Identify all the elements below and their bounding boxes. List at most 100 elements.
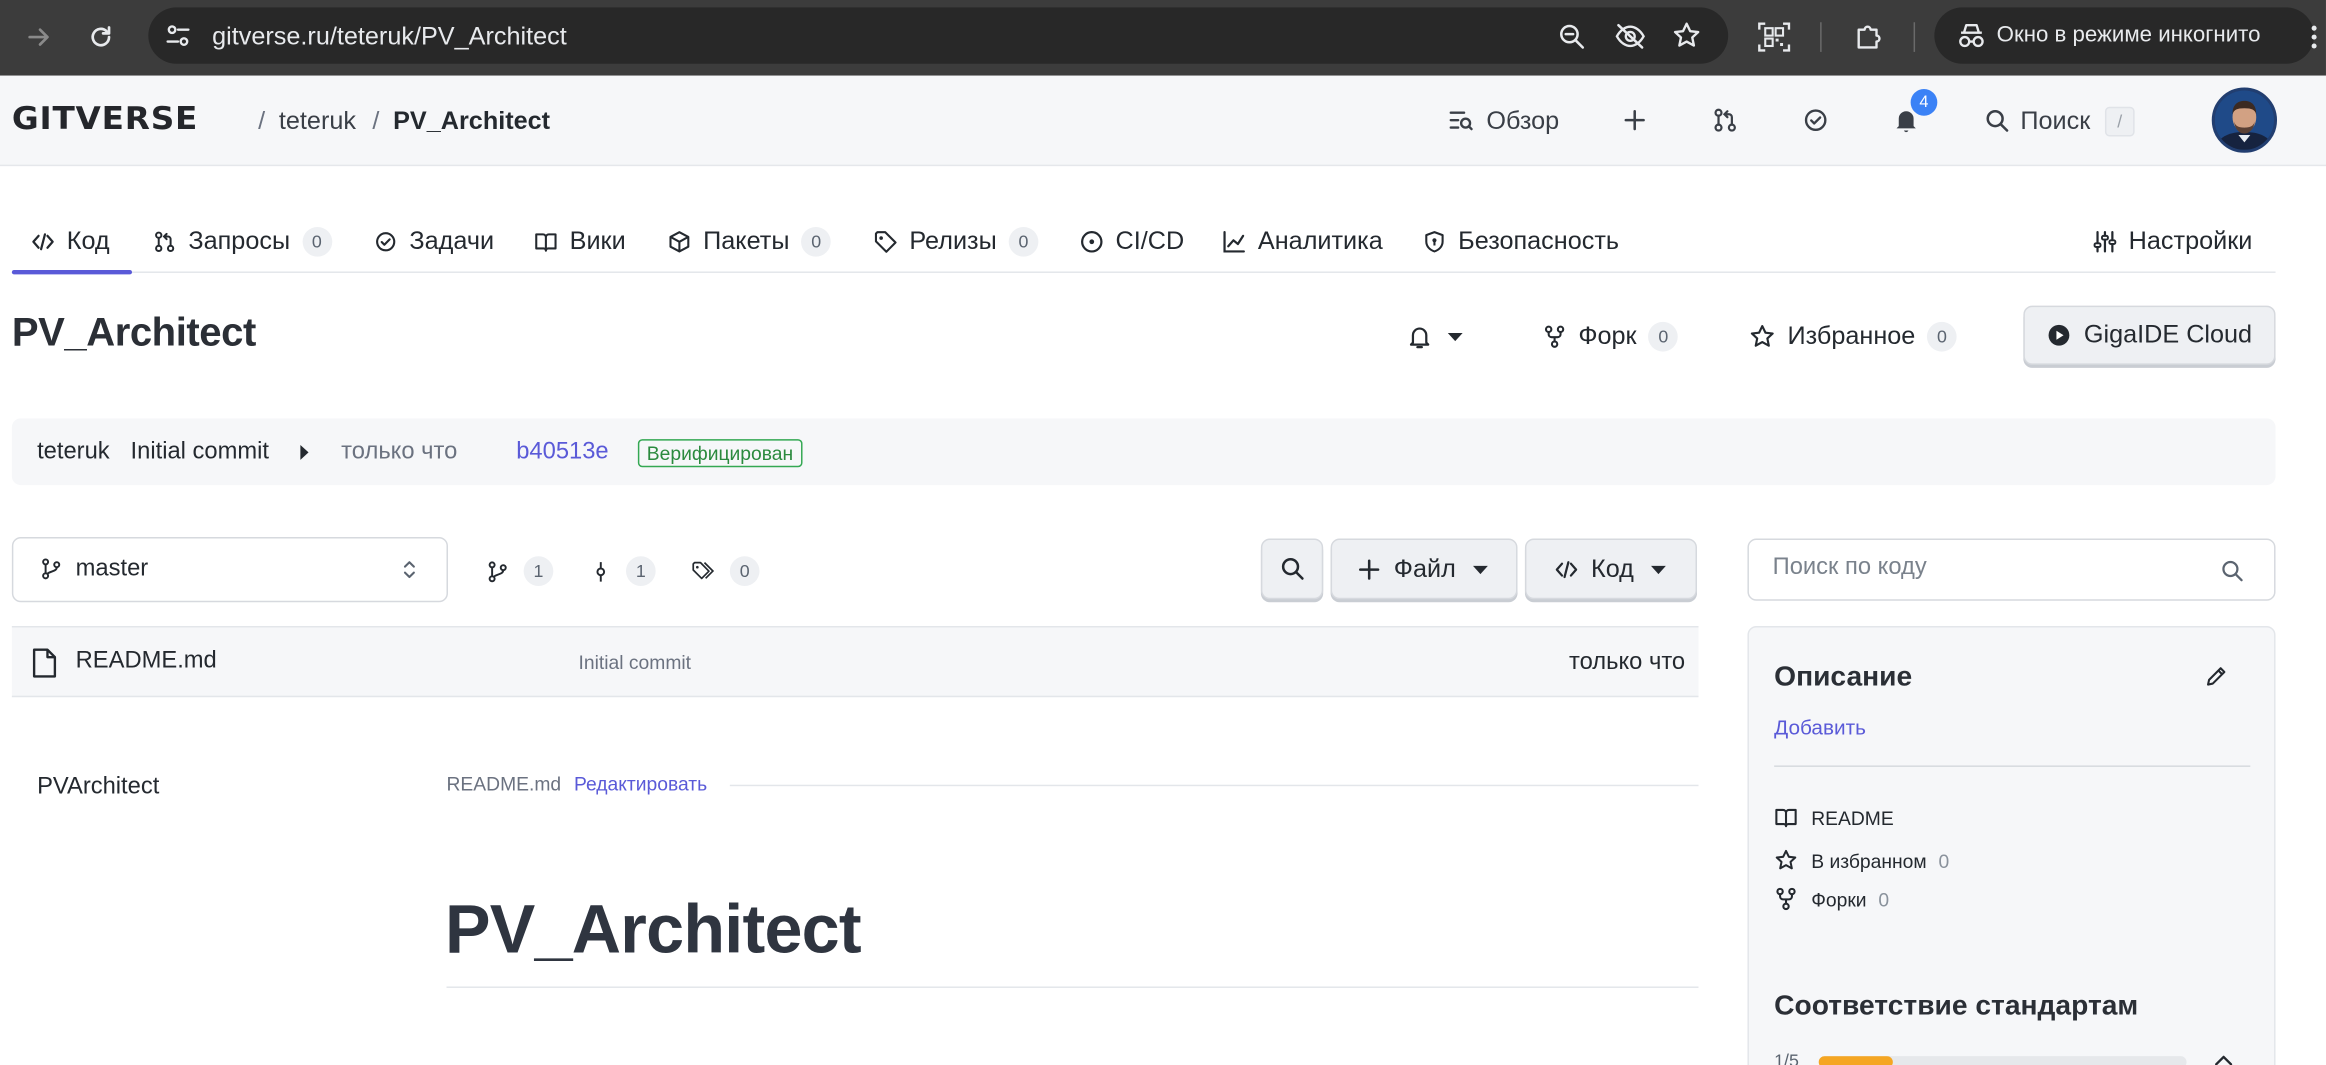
- plus-icon: [1358, 558, 1379, 580]
- tabs-divider: [11, 271, 2276, 273]
- tab-analytics[interactable]: Аналитика: [1222, 225, 1383, 258]
- tab-settings[interactable]: Настройки: [2093, 225, 2252, 258]
- code-menu-label: Код: [1591, 554, 1634, 583]
- tab-tasks[interactable]: Задачи: [374, 225, 494, 258]
- caret-right-icon[interactable]: [298, 444, 310, 462]
- site-info-icon[interactable]: [163, 21, 193, 51]
- standards-progress-bar: [1818, 1056, 2187, 1065]
- readme-link[interactable]: README: [1774, 804, 1894, 831]
- branches-count-link[interactable]: 1: [487, 556, 554, 586]
- branch-selector[interactable]: master: [11, 536, 448, 603]
- tab-releases[interactable]: Релизы 0: [874, 225, 1039, 258]
- address-bar[interactable]: gitverse.ru/teteruk/PV_Architect: [148, 7, 1729, 64]
- notification-count-badge: 4: [1910, 89, 1938, 116]
- search-link[interactable]: Поиск: [2020, 107, 2090, 137]
- pencil-icon[interactable]: [2204, 665, 2228, 689]
- zoom-icon[interactable]: [1558, 22, 1586, 50]
- readme-heading: PV_Architect: [445, 890, 862, 968]
- fork-button[interactable]: Форк 0: [1543, 320, 1679, 353]
- commit-hash-link[interactable]: b40513e: [516, 439, 608, 466]
- caret-down-icon: [1650, 563, 1668, 575]
- breadcrumb-separator: /: [372, 106, 380, 135]
- file-name-link[interactable]: README.md: [76, 648, 217, 675]
- gitverse-logo[interactable]: GITVERSE: [12, 101, 198, 137]
- star-bookmark-icon[interactable]: [1672, 21, 1702, 51]
- commits-count-link[interactable]: 1: [590, 556, 656, 586]
- url-text[interactable]: gitverse.ru/teteruk/PV_Architect: [212, 22, 567, 52]
- find-file-button[interactable]: [1260, 538, 1324, 600]
- forward-icon[interactable]: [19, 18, 58, 57]
- tags-icon: [691, 560, 715, 582]
- browser-menu-icon[interactable]: [2302, 18, 2326, 57]
- tab-wiki-label: Вики: [569, 226, 626, 256]
- tab-security[interactable]: Безопасность: [1423, 225, 1619, 258]
- code-search-box[interactable]: [1747, 538, 2276, 601]
- tab-cicd-label: CI/CD: [1115, 226, 1185, 256]
- file-commit-message[interactable]: Initial commit: [579, 651, 692, 673]
- search-icon[interactable]: [2221, 559, 2245, 583]
- verified-badge: Верифицирован: [637, 439, 803, 468]
- breadcrumb-owner[interactable]: teteruk: [279, 107, 356, 137]
- star-icon: [1774, 849, 1798, 873]
- readme-header: README.md Редактировать: [447, 773, 708, 795]
- overview-icon[interactable]: [1446, 105, 1476, 135]
- forks-link[interactable]: Форки 0: [1774, 886, 1889, 913]
- tab-packages[interactable]: Пакеты 0: [668, 225, 832, 258]
- chevron-up-icon[interactable]: [2213, 1053, 2234, 1065]
- gigaide-cloud-button[interactable]: GigaIDE Cloud: [2023, 305, 2276, 365]
- dot-circle-icon: [1080, 230, 1104, 254]
- code-menu-button[interactable]: Код: [1524, 538, 1698, 600]
- avatar[interactable]: [2211, 87, 2278, 153]
- qr-scan-icon[interactable]: [1755, 18, 1794, 57]
- branch-icon: [487, 560, 509, 582]
- file-menu-label: Файл: [1393, 554, 1456, 583]
- readme-label: README: [1811, 806, 1894, 829]
- caret-down-icon: [1445, 329, 1466, 344]
- tab-code-label: Код: [66, 226, 110, 256]
- breadcrumb-repo[interactable]: PV_Architect: [393, 107, 550, 137]
- chevron-up-down-icon: [402, 558, 417, 582]
- commit-message[interactable]: Initial commit: [131, 439, 269, 466]
- branch-name: master: [75, 556, 149, 582]
- star-button[interactable]: Избранное 0: [1749, 320, 1957, 353]
- fork-icon: [1774, 887, 1798, 911]
- tab-packages-label: Пакеты: [703, 226, 790, 256]
- incognito-icon: [1955, 21, 1988, 51]
- pull-request-icon[interactable]: [1710, 105, 1740, 135]
- code-search-input[interactable]: [1772, 554, 2203, 582]
- search-icon[interactable]: [1982, 105, 2012, 135]
- site-header: GITVERSE / teteruk / PV_Architect Обзор …: [0, 75, 2326, 167]
- eye-off-icon[interactable]: [1614, 22, 1647, 50]
- extensions-icon[interactable]: [1850, 18, 1889, 57]
- overview-link[interactable]: Обзор: [1486, 107, 1559, 137]
- gigaide-cloud-label: GigaIDE Cloud: [2083, 320, 2253, 349]
- tags-count-link[interactable]: 0: [691, 556, 760, 586]
- sidebar-divider: [1774, 765, 2251, 767]
- add-description-link[interactable]: Добавить: [1774, 715, 1866, 739]
- graph-icon: [1222, 230, 1246, 254]
- tab-wiki[interactable]: Вики: [534, 225, 626, 258]
- fork-count: 0: [1648, 321, 1679, 352]
- tab-requests[interactable]: Запросы 0: [153, 225, 332, 258]
- tab-code[interactable]: Код: [31, 225, 110, 258]
- starred-link[interactable]: В избранном 0: [1774, 847, 1949, 874]
- pull-request-icon: [153, 230, 177, 254]
- issues-check-icon[interactable]: [1801, 105, 1831, 135]
- standards-progress-fill: [1818, 1056, 1893, 1065]
- incognito-indicator[interactable]: Окно в режиме инкогнито: [1934, 7, 2315, 64]
- readme-header-divider: [729, 784, 1699, 787]
- standards-progress-text: 1/5: [1774, 1050, 1799, 1065]
- table-row[interactable]: README.md Initial commit только что: [11, 625, 1699, 698]
- watch-button[interactable]: [1406, 320, 1477, 353]
- reload-icon[interactable]: [82, 18, 121, 57]
- readme-toc-title[interactable]: PVArchitect: [37, 774, 159, 801]
- tab-cicd[interactable]: CI/CD: [1080, 225, 1184, 258]
- plus-icon[interactable]: [1620, 105, 1650, 135]
- search-icon: [1279, 556, 1304, 581]
- commit-author[interactable]: teteruk: [37, 439, 110, 466]
- play-circle-icon: [2047, 323, 2071, 347]
- readme-edit-link[interactable]: Редактировать: [574, 773, 707, 795]
- file-menu-button[interactable]: Файл: [1330, 538, 1518, 600]
- check-circle-icon: [374, 230, 398, 254]
- tab-security-label: Безопасность: [1458, 226, 1620, 256]
